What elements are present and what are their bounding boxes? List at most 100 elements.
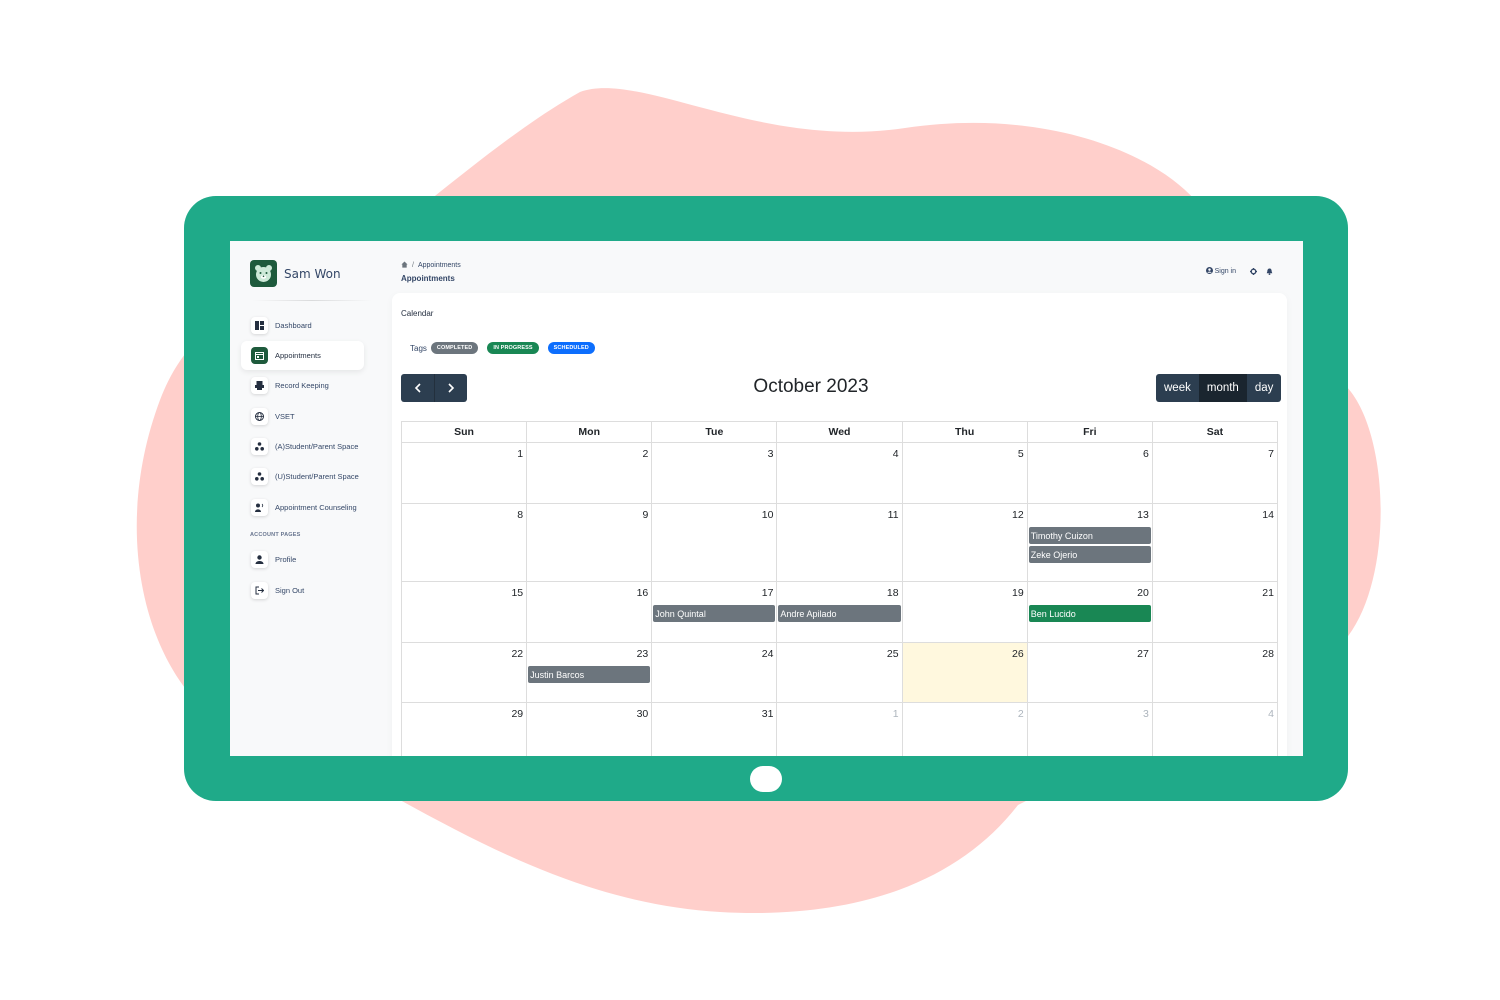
view-month-button[interactable]: month xyxy=(1198,374,1247,402)
calendar-day[interactable]: 6 xyxy=(1027,443,1153,504)
sign-in-link[interactable]: Sign in xyxy=(1205,267,1236,276)
day-number: 1 xyxy=(517,448,524,460)
calendar-day[interactable]: 25 xyxy=(777,643,903,703)
calendar-title: October 2023 xyxy=(753,376,869,397)
calendar-day[interactable]: 2 xyxy=(527,443,653,504)
calendar-day[interactable]: 11 xyxy=(777,504,903,582)
sidebar-item-vset[interactable]: VSET xyxy=(241,402,364,431)
calendar-week-row: 8 9 10 11 12 13 Timothy Cuizon Zeke Ojerio 14 xyxy=(402,504,1278,582)
sidebar-item-label: Dashboard xyxy=(275,321,312,330)
calendar-day[interactable]: 29 xyxy=(402,703,528,756)
group-icon xyxy=(251,438,268,455)
day-number: 20 xyxy=(1137,587,1149,599)
calendar-day[interactable]: 27 xyxy=(1027,643,1153,703)
account-pages-heading: ACCOUNT PAGES xyxy=(250,532,301,538)
day-of-week-mon: Mon xyxy=(527,422,653,443)
user-circle-icon xyxy=(1205,267,1215,276)
day-number: 15 xyxy=(511,587,524,599)
user-icon xyxy=(251,551,268,568)
sidebar-item-sign-out[interactable]: Sign Out xyxy=(241,576,364,605)
tag-scheduled: SCHEDULED xyxy=(547,342,595,354)
calendar-day[interactable]: 1 xyxy=(777,703,903,756)
sidebar-item-a-student-parent-space[interactable]: (A)Student/Parent Space xyxy=(241,432,364,461)
calendar-day[interactable]: 20 Ben Lucido xyxy=(1027,582,1153,643)
day-number: 25 xyxy=(886,648,899,660)
calendar-day[interactable]: 1 xyxy=(402,443,528,504)
calendar-week-row: 15 16 17 John Quintal 18 Andre Apilado 19 20 Ben… xyxy=(402,582,1278,643)
calendar-event[interactable]: Timothy Cuizon xyxy=(1028,527,1151,544)
calendar-card: Calendar Tags COMPLETED IN PROGRESS SCHE… xyxy=(392,293,1287,756)
sidebar-item-u-student-parent-space[interactable]: (U)Student/Parent Space xyxy=(241,462,364,491)
gear-icon[interactable] xyxy=(1250,268,1257,275)
calendar-day-today[interactable]: 26 xyxy=(902,643,1028,703)
day-number: 22 xyxy=(511,648,524,660)
tag-in-progress: IN PROGRESS xyxy=(487,342,539,354)
promo-stage: Sam Won Dashboard Appointments Record Ke… xyxy=(0,0,1500,1000)
calendar-event[interactable]: Zeke Ojerio xyxy=(1028,546,1151,563)
home-icon[interactable] xyxy=(401,261,408,270)
bell-icon[interactable] xyxy=(1266,268,1273,275)
sidebar-item-appointment-counseling[interactable]: Appointment Counseling xyxy=(241,493,364,522)
day-number: 31 xyxy=(761,708,774,720)
calendar-day[interactable]: 3 xyxy=(652,443,778,504)
day-number: 2 xyxy=(642,448,649,460)
calendar-day[interactable]: 4 xyxy=(777,443,903,504)
day-number: 29 xyxy=(511,708,524,720)
day-number: 8 xyxy=(517,509,524,521)
calendar-day[interactable]: 15 xyxy=(402,582,528,643)
calendar-day[interactable]: 24 xyxy=(652,643,778,703)
sidebar-item-record-keeping[interactable]: Record Keeping xyxy=(241,371,364,400)
calendar-event[interactable]: John Quintal xyxy=(653,605,776,622)
calendar-event[interactable]: Ben Lucido xyxy=(1028,605,1151,622)
calendar-week-row: 22 23 Justin Barcos 24 25 26 27 28 xyxy=(402,643,1278,703)
calendar-day[interactable]: 28 xyxy=(1152,643,1278,703)
calendar-day[interactable]: 17 John Quintal xyxy=(652,582,778,643)
sign-in-label: Sign in xyxy=(1214,268,1236,275)
calendar-day[interactable]: 30 xyxy=(527,703,653,756)
breadcrumb-current: Appointments xyxy=(417,262,461,269)
day-number: 11 xyxy=(887,509,899,521)
day-number: 16 xyxy=(636,587,649,599)
day-number: 12 xyxy=(1012,509,1024,521)
calendar-day[interactable]: 2 xyxy=(903,703,1028,756)
sidebar-divider xyxy=(252,300,372,301)
calendar-day[interactable]: 16 xyxy=(527,582,653,643)
sidebar-item-appointments[interactable]: Appointments xyxy=(241,341,364,370)
calendar-day[interactable]: 22 xyxy=(402,643,528,703)
calendar-day[interactable]: 9 xyxy=(527,504,653,582)
calendar-day[interactable]: 19 xyxy=(902,582,1028,643)
calendar-week-row: 29 30 31 1 2 3 4 xyxy=(402,703,1278,756)
calendar-day[interactable]: 12 xyxy=(902,504,1028,582)
calendar-day[interactable]: 31 xyxy=(652,703,778,756)
brand[interactable]: Sam Won xyxy=(250,260,341,287)
sidebar-item-label: Appointments xyxy=(275,351,321,360)
calendar-day[interactable]: 3 xyxy=(1028,703,1153,756)
calendar-day[interactable]: 10 xyxy=(652,504,778,582)
sidebar-item-label: Sign Out xyxy=(275,586,305,595)
calendar-day[interactable]: 13 Timothy Cuizon Zeke Ojerio xyxy=(1027,504,1153,582)
tablet-frame: Sam Won Dashboard Appointments Record Ke… xyxy=(184,196,1348,801)
calendar-day[interactable]: 8 xyxy=(402,504,528,582)
calendar-day[interactable]: 18 Andre Apilado xyxy=(777,582,903,643)
calendar-day[interactable]: 4 xyxy=(1153,703,1278,756)
day-number: 28 xyxy=(1262,648,1274,660)
view-day-button[interactable]: day xyxy=(1247,374,1282,402)
header-actions: Sign in xyxy=(1205,267,1273,276)
sidebar-item-profile[interactable]: Profile xyxy=(241,545,364,574)
view-week-button[interactable]: week xyxy=(1156,374,1199,402)
day-number: 4 xyxy=(1268,708,1274,720)
tags-label: Tags xyxy=(410,343,427,353)
calendar-event[interactable]: Andre Apilado xyxy=(778,605,901,622)
calendar-day[interactable]: 5 xyxy=(902,443,1028,504)
calendar-event[interactable]: Justin Barcos xyxy=(528,666,651,683)
calendar-day[interactable]: 21 xyxy=(1152,582,1278,643)
calendar-grid: Sun Mon Tue Wed Thu Fri Sat 1 2 3 4 5 6 7 8 9 10 11 12 13 T… xyxy=(401,421,1278,756)
day-number: 7 xyxy=(1268,448,1274,460)
calendar-day[interactable]: 23 Justin Barcos xyxy=(527,643,653,703)
sidebar-item-dashboard[interactable]: Dashboard xyxy=(241,311,364,340)
day-number: 30 xyxy=(636,708,649,720)
breadcrumb: / Appointments xyxy=(401,261,461,270)
calendar-day[interactable]: 14 xyxy=(1152,504,1278,582)
day-of-week-thu: Thu xyxy=(902,422,1028,443)
calendar-day[interactable]: 7 xyxy=(1152,443,1278,504)
